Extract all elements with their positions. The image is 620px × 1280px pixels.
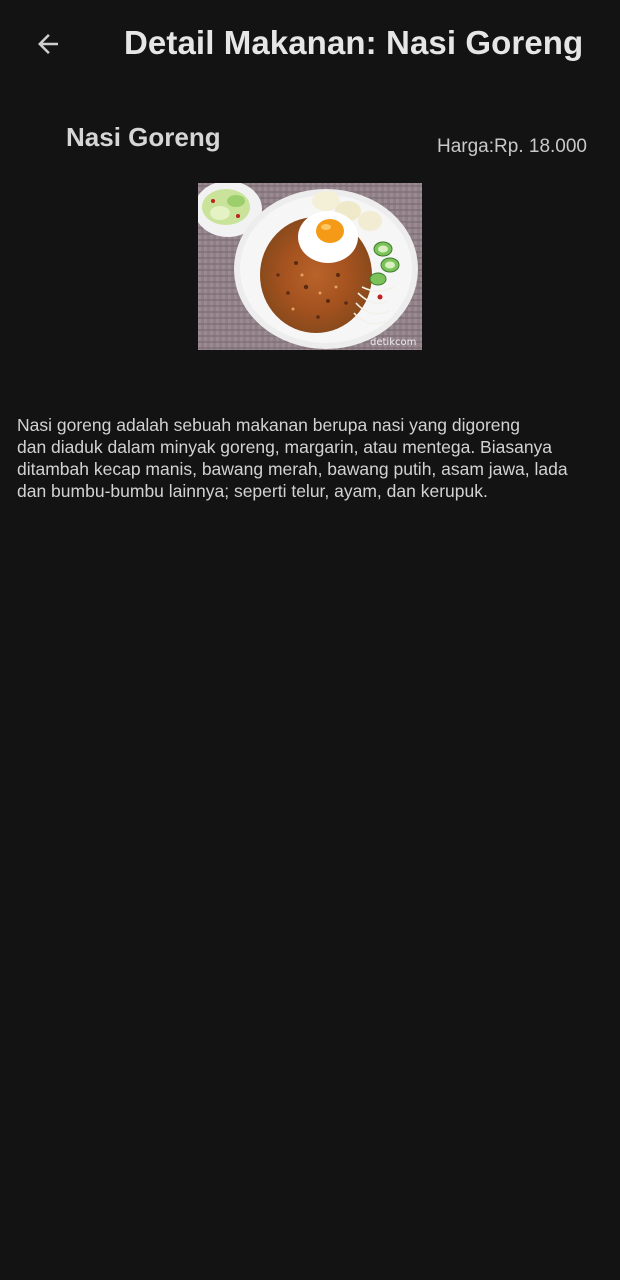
description-line: dan diaduk dalam minyak goreng, margarin… [17, 437, 553, 457]
app-bar: Detail Makanan: Nasi Goreng [0, 0, 620, 92]
description-line: Nasi goreng adalah sebuah makanan berupa… [17, 415, 521, 435]
back-button[interactable] [24, 22, 72, 70]
food-description: Nasi goreng adalah sebuah makanan berupa… [17, 414, 605, 502]
arrow-left-icon [33, 29, 63, 64]
svg-text:detikcom: detikcom [370, 337, 416, 348]
description-line: ditambah kecap manis, bawang merah, bawa… [17, 459, 568, 479]
food-image: detikcom [198, 183, 422, 350]
page-title: Detail Makanan: Nasi Goreng [124, 24, 584, 61]
description-line: dan bumbu-bumbu lainnya; seperti telur, … [17, 481, 488, 501]
food-name: Nasi Goreng [66, 122, 221, 152]
food-price: Harga:Rp. 18.000 [437, 136, 587, 157]
